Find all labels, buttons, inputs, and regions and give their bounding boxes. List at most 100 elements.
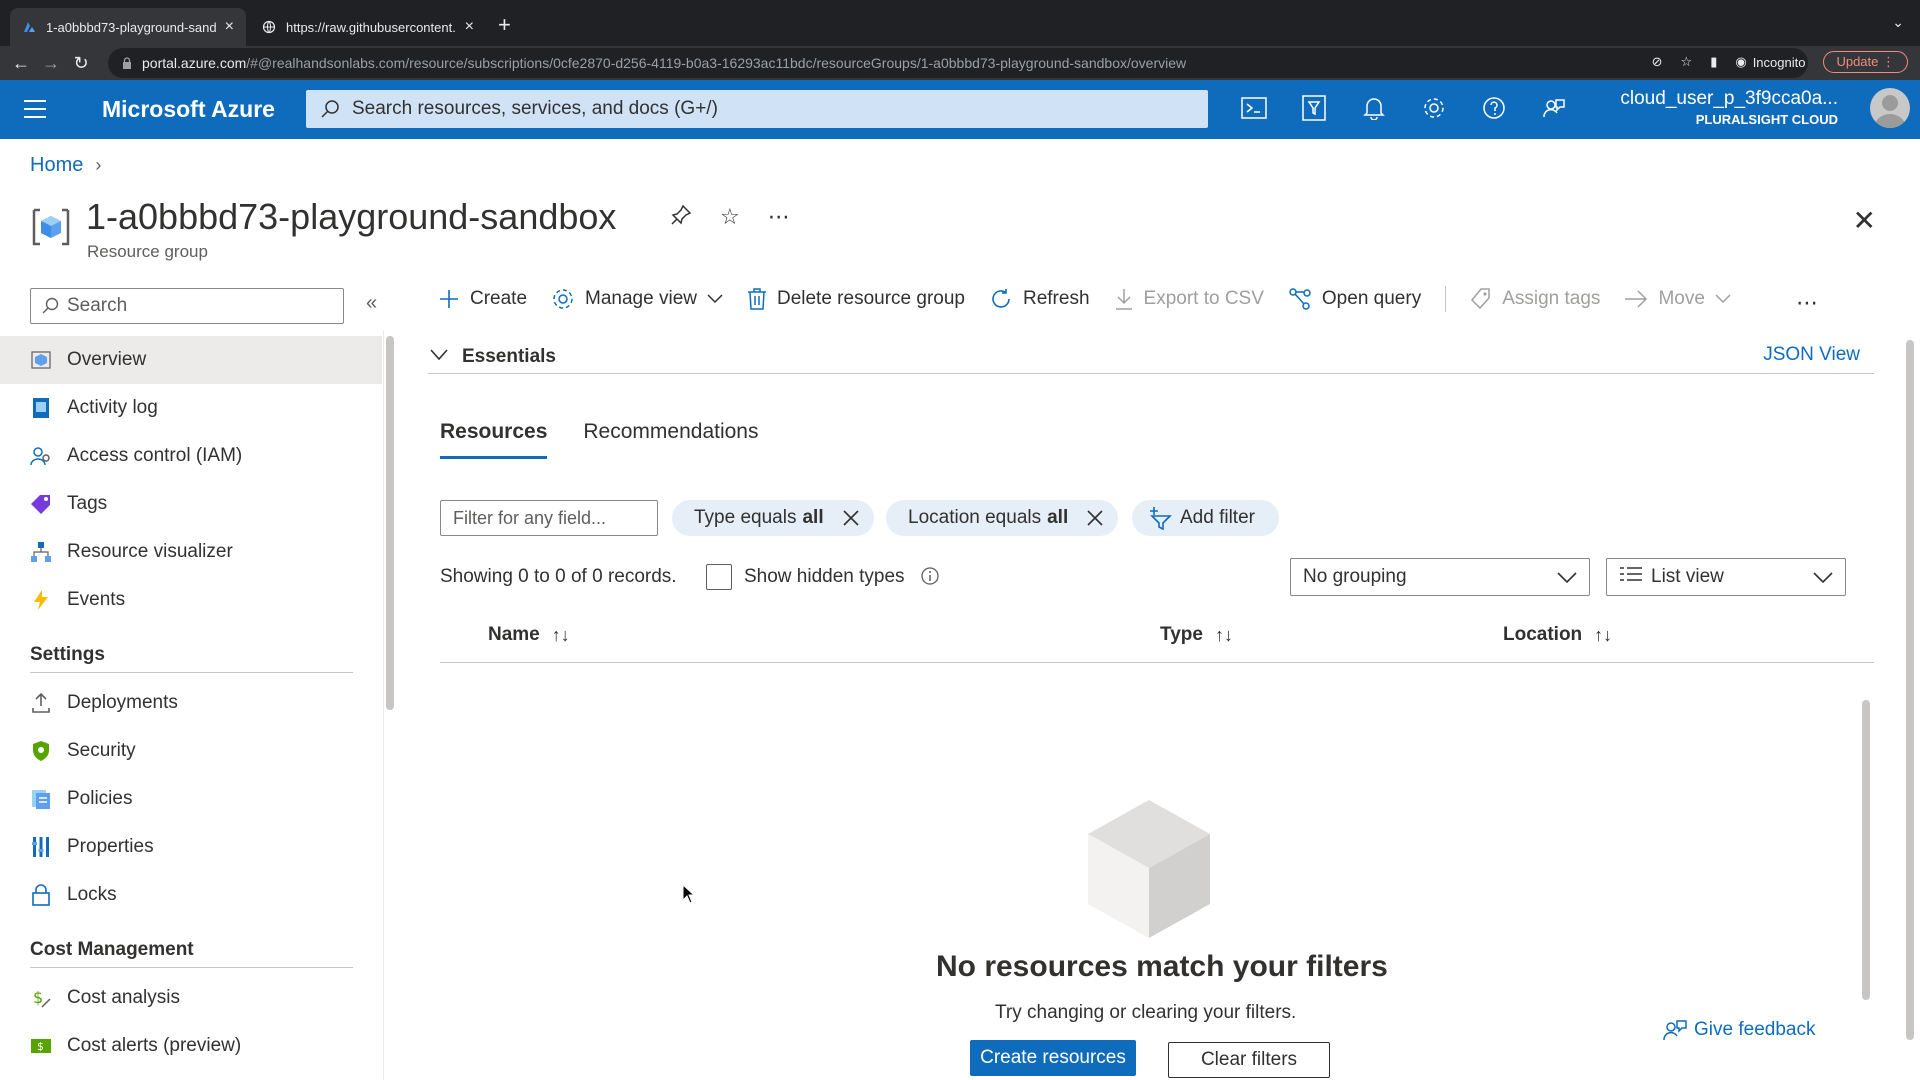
give-feedback-link[interactable]: Give feedback xyxy=(1662,1018,1815,1042)
menu-search-input[interactable]: Search xyxy=(30,288,344,324)
move-label: Move xyxy=(1658,288,1705,309)
page-title: 1-a0bbbd73-playground-sandbox xyxy=(86,196,617,237)
nav-item-properties[interactable]: Properties xyxy=(0,823,382,871)
filter-input[interactable]: Filter for any field... xyxy=(440,500,658,536)
remove-filter-icon[interactable] xyxy=(1086,509,1104,527)
notifications-icon[interactable] xyxy=(1360,94,1388,122)
grouping-dropdown[interactable]: No grouping xyxy=(1290,558,1590,596)
create-resources-button[interactable]: Create resources xyxy=(970,1040,1136,1076)
add-filter-button[interactable]: Add filter xyxy=(1132,500,1279,536)
account-menu[interactable]: cloud_user_p_3f9cca0a... PLURALSIGHT CLO… xyxy=(1620,88,1838,127)
divider xyxy=(30,672,353,673)
export-csv-button[interactable]: Export to CSV xyxy=(1114,287,1264,311)
browser-tab[interactable]: https://raw.githubusercontent. × xyxy=(250,8,486,46)
nav-item-tags[interactable]: Tags xyxy=(0,480,382,528)
address-bar[interactable]: portal.azure.com/#@realhandsonlabs.com/r… xyxy=(108,48,1808,78)
nav-section-settings: Settings xyxy=(30,644,105,665)
essentials-header[interactable]: Essentials JSON View xyxy=(428,340,1874,374)
tab-recommendations[interactable]: Recommendations xyxy=(583,420,758,459)
pin-icon[interactable] xyxy=(670,204,692,232)
overview-icon xyxy=(30,349,52,371)
nav-item-activity-log[interactable]: Activity log xyxy=(0,384,382,432)
column-header-type[interactable]: Type ↑↓ xyxy=(1160,624,1233,646)
gear-icon xyxy=(551,287,575,311)
type-filter-value: all xyxy=(802,507,824,528)
incognito-indicator[interactable]: ◉ Incognito xyxy=(1735,54,1805,70)
page-scrollbar[interactable] xyxy=(1906,340,1914,1040)
query-icon xyxy=(1288,287,1312,311)
remove-filter-icon[interactable] xyxy=(842,509,860,527)
portal-menu-icon[interactable] xyxy=(24,100,46,124)
tab-search-icon[interactable]: ⌄ xyxy=(1892,14,1904,31)
side-panel-icon[interactable]: ▮ xyxy=(1710,54,1717,70)
nav-item-security[interactable]: Security xyxy=(0,727,382,775)
clear-filters-button[interactable]: Clear filters xyxy=(1168,1042,1330,1078)
browser-toolbar: ← → ↻ portal.azure.com/#@realhandsonlabs… xyxy=(0,46,1920,80)
help-icon[interactable] xyxy=(1480,94,1508,122)
close-icon[interactable]: ✕ xyxy=(1853,204,1876,237)
tab-resources[interactable]: Resources xyxy=(440,420,548,459)
nav-item-label: Activity log xyxy=(67,397,158,418)
reload-icon[interactable]: ↻ xyxy=(66,53,96,74)
tab-close-icon[interactable]: × xyxy=(465,18,474,36)
cloud-shell-icon[interactable] xyxy=(1240,94,1268,122)
refresh-icon xyxy=(989,287,1013,311)
create-button[interactable]: Create xyxy=(438,288,527,310)
forward-icon[interactable]: → xyxy=(36,53,66,74)
move-button[interactable]: Move xyxy=(1624,288,1731,310)
column-header-location[interactable]: Location ↑↓ xyxy=(1503,624,1612,646)
star-icon[interactable]: ☆ xyxy=(1681,54,1693,70)
delete-resource-group-button[interactable]: Delete resource group xyxy=(747,287,965,311)
grouping-value: No grouping xyxy=(1303,566,1407,587)
update-label: Update xyxy=(1836,54,1879,69)
lock-icon xyxy=(123,57,131,69)
tag-icon xyxy=(1470,287,1492,311)
favorite-star-icon[interactable]: ☆ xyxy=(720,204,740,232)
show-hidden-checkbox[interactable] xyxy=(706,564,732,590)
json-view-link[interactable]: JSON View xyxy=(1763,344,1860,366)
directory-filter-icon[interactable] xyxy=(1300,94,1328,122)
view-value: List view xyxy=(1651,566,1724,587)
more-commands-icon[interactable]: ⋯ xyxy=(1796,290,1820,316)
global-search-input[interactable]: Search resources, services, and docs (G+… xyxy=(306,90,1208,128)
new-tab-button[interactable]: + xyxy=(498,12,511,38)
empty-state-title: No resources match your filters xyxy=(936,950,1388,983)
delete-label: Delete resource group xyxy=(776,288,965,309)
nav-item-policies[interactable]: Policies xyxy=(0,775,382,823)
collapse-menu-icon[interactable]: « xyxy=(366,292,377,315)
info-icon[interactable] xyxy=(920,566,940,586)
resource-visualizer-icon xyxy=(30,541,52,563)
nav-item-iam[interactable]: Access control (IAM) xyxy=(0,432,382,480)
location-filter-pill[interactable]: Location equals all xyxy=(886,500,1119,536)
manage-view-button[interactable]: Manage view xyxy=(551,287,723,311)
eye-off-icon[interactable]: ⊘ xyxy=(1652,54,1663,70)
avatar[interactable] xyxy=(1870,88,1910,128)
brand-title[interactable]: Microsoft Azure xyxy=(102,96,275,123)
left-nav-scrollbar[interactable] xyxy=(386,336,394,710)
nav-item-label: Cost alerts (preview) xyxy=(67,1035,242,1056)
column-header-name[interactable]: Name ↑↓ xyxy=(488,624,570,646)
nav-item-deployments[interactable]: Deployments xyxy=(0,679,382,727)
feedback-icon[interactable] xyxy=(1540,94,1568,122)
more-options-icon[interactable]: ⋯ xyxy=(768,204,790,232)
breadcrumb-home[interactable]: Home xyxy=(30,154,83,177)
nav-item-locks[interactable]: Locks xyxy=(0,871,382,919)
nav-item-resource-visualizer[interactable]: Resource visualizer xyxy=(0,528,382,576)
nav-item-events[interactable]: Events xyxy=(0,576,382,624)
back-icon[interactable]: ← xyxy=(6,53,36,74)
nav-item-overview[interactable]: Overview xyxy=(0,336,382,384)
open-query-button[interactable]: Open query xyxy=(1288,287,1421,311)
view-dropdown[interactable]: List view xyxy=(1606,558,1846,596)
tab-close-icon[interactable]: × xyxy=(225,18,234,36)
url-path: /#@realhandsonlabs.com/resource/subscrip… xyxy=(246,55,1187,71)
browser-tab-active[interactable]: 1-a0bbbd73-playground-sandb × xyxy=(10,8,246,46)
type-filter-pill[interactable]: Type equals all xyxy=(672,500,874,536)
resource-list-scrollbar[interactable] xyxy=(1862,700,1870,1000)
settings-icon[interactable] xyxy=(1420,94,1448,122)
update-button[interactable]: Update ⋮ xyxy=(1823,51,1908,73)
nav-item-cost-alerts[interactable]: $ Cost alerts (preview) xyxy=(0,1022,382,1070)
assign-tags-button[interactable]: Assign tags xyxy=(1470,287,1600,311)
nav-item-cost-analysis[interactable]: $ Cost analysis xyxy=(0,974,382,1022)
location-filter-value: all xyxy=(1047,507,1069,528)
refresh-button[interactable]: Refresh xyxy=(989,287,1090,311)
